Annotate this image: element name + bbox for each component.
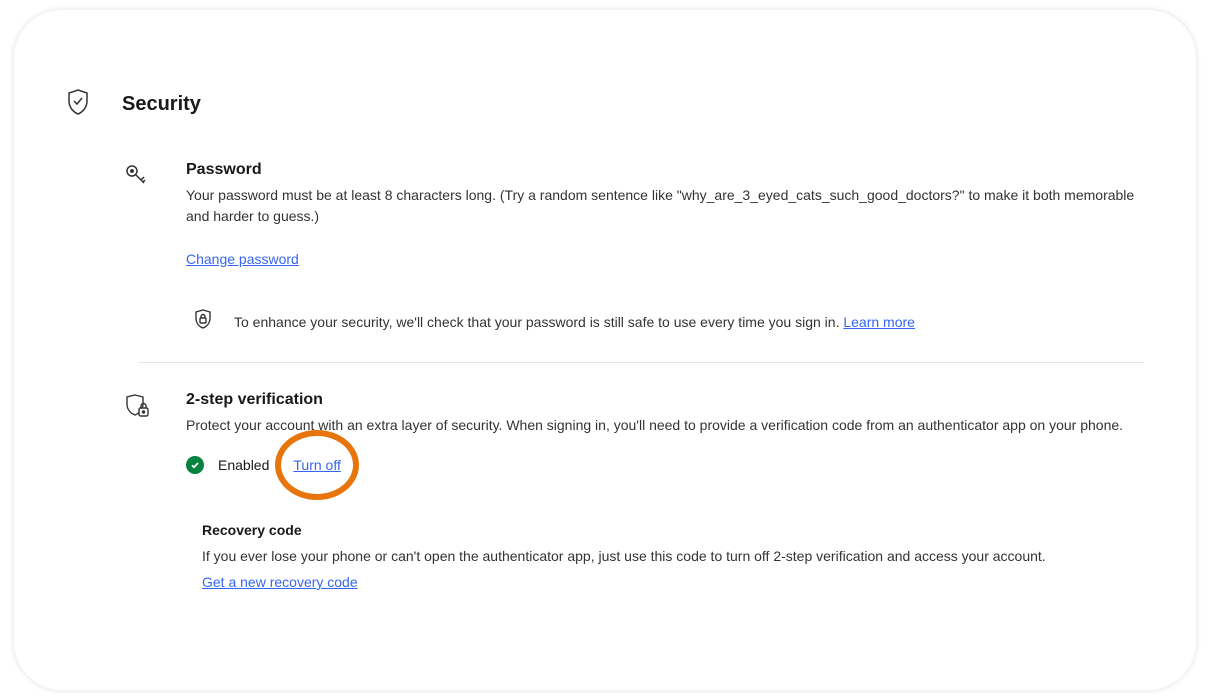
password-title: Password xyxy=(186,161,1144,179)
password-section: Password Your password must be at least … xyxy=(66,161,1144,334)
password-note-text: To enhance your security, we'll check th… xyxy=(234,314,915,330)
password-note: To enhance your security, we'll check th… xyxy=(186,309,1144,334)
turn-off-wrap: Turn off xyxy=(293,457,340,473)
status-enabled-label: Enabled xyxy=(218,457,269,473)
security-card: Security Password Your password must be … xyxy=(14,10,1196,690)
recovery-title: Recovery code xyxy=(202,522,1144,538)
two-step-body: 2-step verification Protect your account… xyxy=(186,391,1144,592)
recovery-block: Recovery code If you ever lose your phon… xyxy=(186,522,1144,592)
shield-check-icon xyxy=(66,88,90,121)
learn-more-link[interactable]: Learn more xyxy=(843,314,915,330)
change-password-link[interactable]: Change password xyxy=(186,251,299,267)
security-header: Security xyxy=(66,88,1144,121)
section-divider xyxy=(138,362,1144,363)
two-step-status: Enabled Turn off xyxy=(186,456,1144,474)
shield-lock-icon xyxy=(124,391,148,592)
password-desc: Your password must be at least 8 charact… xyxy=(186,185,1144,227)
get-recovery-code-link[interactable]: Get a new recovery code xyxy=(202,574,358,590)
key-icon xyxy=(124,161,148,334)
two-step-title: 2-step verification xyxy=(186,391,1144,409)
page-title: Security xyxy=(122,93,201,116)
turn-off-link[interactable]: Turn off xyxy=(293,457,340,473)
recovery-desc: If you ever lose your phone or can't ope… xyxy=(202,548,1144,564)
two-step-desc: Protect your account with an extra layer… xyxy=(186,415,1144,436)
password-body: Password Your password must be at least … xyxy=(186,161,1144,334)
two-step-section: 2-step verification Protect your account… xyxy=(66,391,1144,592)
check-circle-icon xyxy=(186,456,204,474)
lock-shield-icon xyxy=(194,309,212,334)
